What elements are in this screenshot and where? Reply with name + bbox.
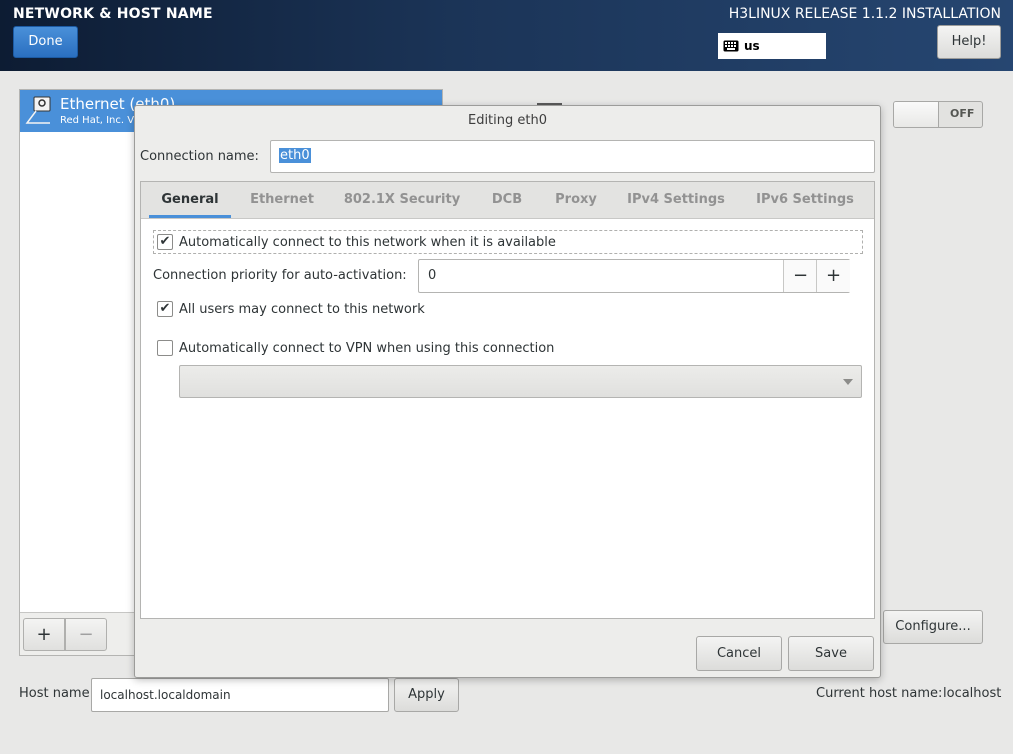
all-users-label: All users may connect to this network bbox=[179, 301, 425, 317]
vpn-checkbox[interactable] bbox=[157, 340, 173, 356]
keyboard-icon bbox=[723, 40, 739, 52]
keyboard-layout-indicator[interactable]: us bbox=[718, 33, 826, 59]
vpn-label: Automatically connect to VPN when using … bbox=[179, 340, 555, 356]
priority-spinbutton[interactable]: 0 − + bbox=[418, 259, 850, 293]
keyboard-layout-label: us bbox=[744, 39, 760, 53]
device-vendor: Red Hat, Inc. Vi bbox=[60, 115, 137, 126]
connection-name-label: Connection name: bbox=[140, 149, 259, 164]
settings-notebook: General Ethernet 802.1X Security DCB Pro… bbox=[140, 181, 875, 619]
toggle-state-label: OFF bbox=[950, 107, 975, 120]
release-title: H3LINUX RELEASE 1.1.2 INSTALLATION bbox=[728, 6, 1001, 22]
current-hostname-label: Current host name: bbox=[816, 686, 943, 701]
configure-button[interactable]: Configure... bbox=[883, 610, 983, 644]
help-button[interactable]: Help! bbox=[937, 25, 1001, 59]
header-bar: NETWORK & HOST NAME Done H3LINUX RELEASE… bbox=[0, 0, 1013, 71]
priority-label: Connection priority for auto-activation: bbox=[153, 268, 407, 283]
cancel-button[interactable]: Cancel bbox=[696, 636, 782, 671]
priority-value: 0 bbox=[428, 268, 437, 283]
tab-8021x-security[interactable]: 802.1X Security bbox=[337, 182, 467, 218]
chevron-down-icon bbox=[843, 379, 853, 385]
tab-bar: General Ethernet 802.1X Security DCB Pro… bbox=[141, 182, 874, 219]
page-title: NETWORK & HOST NAME bbox=[13, 6, 213, 22]
tab-ipv6-settings[interactable]: IPv6 Settings bbox=[748, 182, 862, 218]
apply-hostname-button[interactable]: Apply bbox=[394, 678, 459, 712]
dialog-title: Editing eth0 bbox=[467, 113, 547, 128]
connection-name-selected-text: eth0 bbox=[279, 148, 311, 163]
auto-connect-label: Automatically connect to this network wh… bbox=[179, 234, 556, 250]
done-button[interactable]: Done bbox=[13, 26, 78, 58]
vpn-row[interactable]: Automatically connect to VPN when using … bbox=[157, 340, 554, 356]
priority-increment-button[interactable]: + bbox=[816, 260, 850, 292]
add-device-button[interactable]: + bbox=[23, 618, 65, 651]
tab-dcb[interactable]: DCB bbox=[481, 182, 533, 218]
device-power-toggle[interactable]: OFF bbox=[893, 101, 983, 128]
priority-decrement-button[interactable]: − bbox=[783, 260, 817, 292]
hostname-label: Host name: bbox=[19, 686, 94, 701]
save-button[interactable]: Save bbox=[788, 636, 874, 671]
edit-connection-dialog: Editing eth0 Connection name: eth0 Gener… bbox=[134, 105, 881, 678]
network-wired-icon bbox=[25, 96, 51, 124]
connection-name-input[interactable]: eth0 bbox=[270, 140, 875, 173]
all-users-checkbox[interactable]: ✔ bbox=[157, 301, 173, 317]
tab-proxy[interactable]: Proxy bbox=[546, 182, 606, 218]
toggle-knob bbox=[894, 102, 939, 127]
current-hostname-value: localhost bbox=[943, 686, 1002, 701]
auto-connect-checkbox[interactable]: ✔ bbox=[157, 234, 173, 250]
tab-ipv4-settings[interactable]: IPv4 Settings bbox=[619, 182, 733, 218]
hostname-input[interactable] bbox=[91, 678, 389, 712]
remove-device-button[interactable]: − bbox=[65, 618, 107, 651]
all-users-row[interactable]: ✔ All users may connect to this network bbox=[157, 301, 425, 317]
vpn-select[interactable] bbox=[179, 365, 862, 398]
tab-ethernet[interactable]: Ethernet bbox=[241, 182, 323, 218]
tab-general[interactable]: General bbox=[149, 182, 231, 218]
auto-connect-row[interactable]: ✔ Automatically connect to this network … bbox=[157, 234, 556, 250]
